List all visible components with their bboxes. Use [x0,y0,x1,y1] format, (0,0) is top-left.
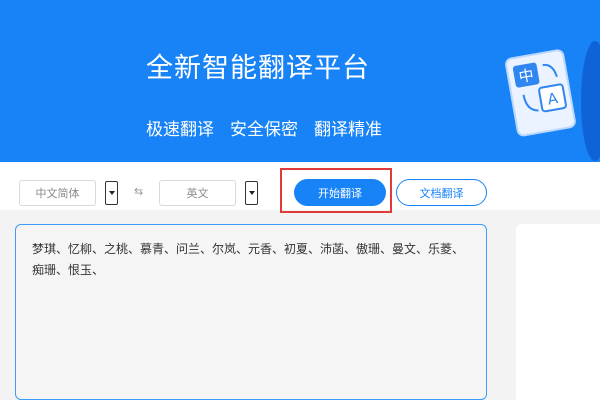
feature-accurate: 翻译精准 [314,120,382,140]
feature-speed: 极速翻译 [146,120,214,140]
feature-list: 极速翻译 安全保密 翻译精准 [146,115,382,140]
hero-banner: 全新智能翻译平台 极速翻译 安全保密 翻译精准 中 A [0,0,600,162]
target-language-label: 英文 [186,187,209,200]
source-text-input[interactable]: 梦琪、忆柳、之桃、慕青、问兰、尔岚、元香、初夏、沛菡、傲珊、曼文、乐菱、 痴珊、… [15,224,487,400]
source-language-select[interactable]: 中文简体 [19,180,96,206]
source-language-label: 中文简体 [35,187,80,200]
start-translate-button[interactable]: 开始翻译 [294,179,386,206]
target-language-dropdown-icon[interactable] [245,181,258,205]
translate-document-icon: 中 A [505,41,600,161]
svg-text:中: 中 [517,66,535,86]
document-translate-button[interactable]: 文档翻译 [396,179,487,206]
translation-result-panel [516,224,600,400]
target-language-select[interactable]: 英文 [159,180,236,206]
source-language-dropdown-icon[interactable] [105,181,118,205]
banner-title: 全新智能翻译平台 [146,53,370,84]
swap-languages-icon[interactable]: ⇆ [134,185,143,198]
feature-secure: 安全保密 [230,120,298,140]
